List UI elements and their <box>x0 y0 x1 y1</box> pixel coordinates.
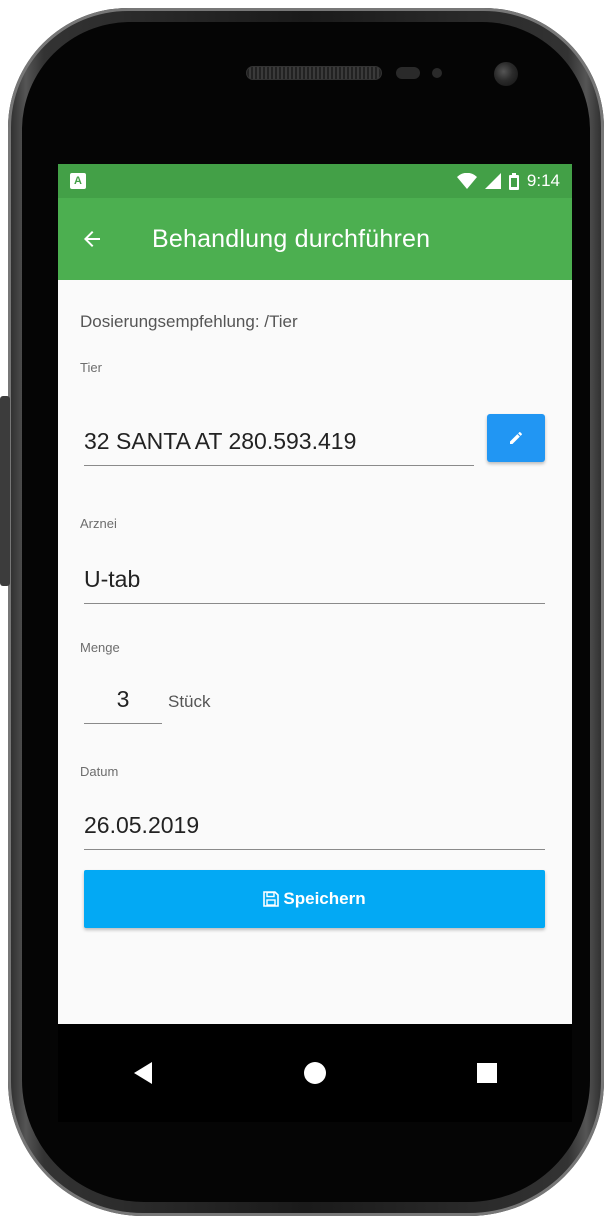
nav-recents-square-icon[interactable] <box>476 1062 498 1084</box>
medicine-field[interactable]: U-tab <box>84 566 545 604</box>
date-label: Datum <box>80 764 119 779</box>
animal-label: Tier <box>80 360 102 375</box>
nav-home-circle-icon[interactable] <box>303 1061 327 1085</box>
light-sensor <box>432 68 442 78</box>
floppy-disk-icon <box>263 891 280 907</box>
save-button[interactable]: Speichern <box>84 870 545 928</box>
dosage-hint: Dosierungsempfehlung: /Tier <box>80 312 298 331</box>
quantity-unit: Stück <box>168 692 211 711</box>
screen: A 9:14 Behandlung durchführen Dosierungs… <box>58 164 572 1024</box>
app-bar: Behandlung durchführen <box>58 198 572 280</box>
quantity-label: Menge <box>80 640 120 655</box>
status-bar: A 9:14 <box>58 164 572 198</box>
animal-field[interactable]: 32 SANTA AT 280.593.419 <box>84 428 474 466</box>
status-icons: 9:14 <box>456 171 560 191</box>
medicine-label: Arznei <box>80 516 117 531</box>
battery-icon <box>508 172 519 190</box>
navigation-bar <box>58 1024 572 1122</box>
proximity-sensor <box>396 67 420 79</box>
page-title: Behandlung durchführen <box>152 224 431 253</box>
quantity-field[interactable]: 3 <box>84 686 162 724</box>
wifi-icon <box>456 173 477 189</box>
save-button-label: Speichern <box>283 889 366 908</box>
front-camera <box>494 62 518 86</box>
status-time: 9:14 <box>526 171 560 190</box>
earpiece-speaker <box>246 66 382 80</box>
notification-a-icon: A <box>70 173 86 189</box>
arrow-back-icon[interactable] <box>80 227 104 251</box>
edit-animal-button[interactable] <box>487 414 545 462</box>
nav-back-triangle-icon[interactable] <box>132 1061 154 1085</box>
signal-icon <box>484 173 501 189</box>
date-field[interactable]: 26.05.2019 <box>84 812 545 850</box>
pencil-icon <box>510 432 522 444</box>
side-volume-button <box>0 396 10 586</box>
